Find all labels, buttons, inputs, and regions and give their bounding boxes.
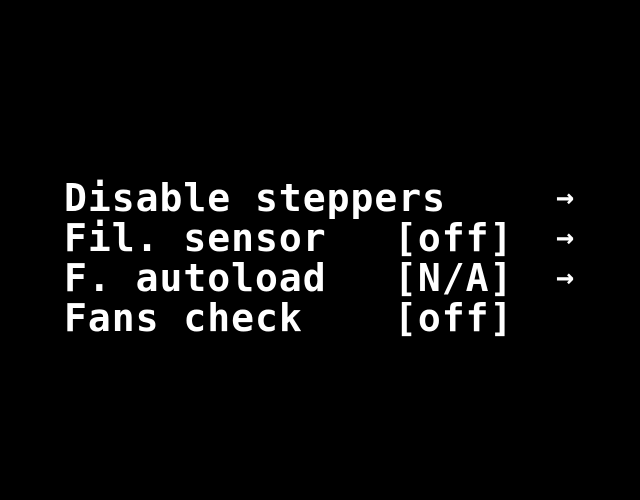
menu-item-value: [N/A]: [394, 256, 514, 300]
menu-item-fans-check[interactable]: Fans check [off]: [64, 298, 604, 338]
menu-item-label: Fans check: [64, 296, 303, 340]
menu-item-label: Fil. sensor: [64, 216, 327, 260]
menu-item-label: Disable steppers: [64, 176, 447, 220]
settings-menu: Disable steppers → Fil. sensor [off] → F…: [64, 178, 604, 338]
printer-lcd-screen: { "menu": { "items": [ { "label": "Disab…: [0, 0, 640, 480]
menu-item-disable-steppers[interactable]: Disable steppers →: [64, 178, 604, 218]
arrow-right-icon: →: [556, 260, 575, 295]
menu-item-f-autoload[interactable]: F. autoload [N/A] →: [64, 258, 604, 298]
menu-item-label: F. autoload: [64, 256, 327, 300]
menu-item-value: [off]: [394, 296, 514, 340]
arrow-right-icon: →: [556, 180, 575, 215]
arrow-right-icon: →: [556, 220, 575, 255]
menu-item-fil-sensor[interactable]: Fil. sensor [off] →: [64, 218, 604, 258]
menu-item-value: [off]: [394, 216, 514, 260]
